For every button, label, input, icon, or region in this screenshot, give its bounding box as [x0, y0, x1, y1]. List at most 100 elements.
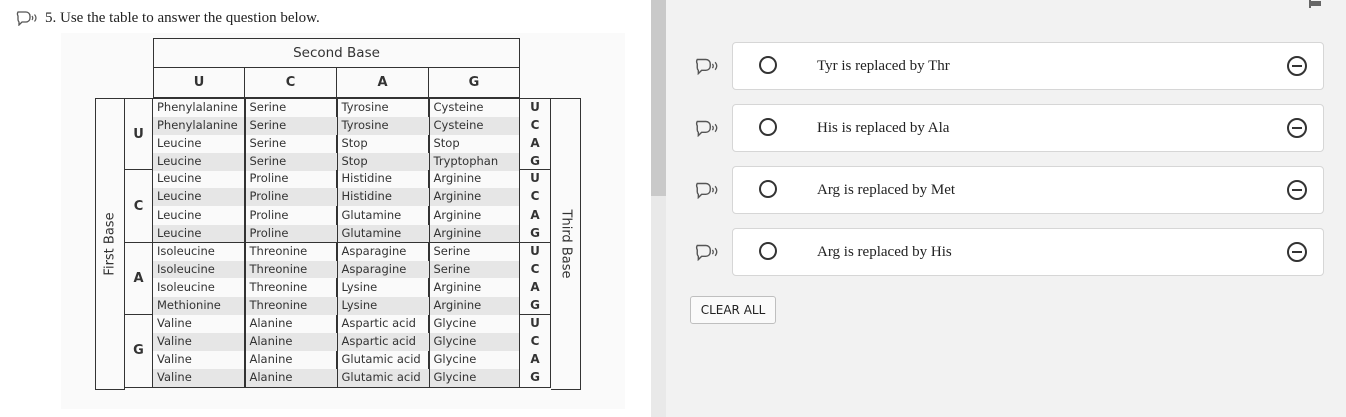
codon-cell: Methionine [153, 297, 244, 315]
codon-cell: Glycine [433, 316, 477, 331]
third-base-letter: G [530, 154, 540, 169]
codon-cell: Glutamine [337, 224, 429, 243]
eliminate-icon[interactable] [1287, 118, 1307, 138]
radio-button[interactable] [759, 118, 777, 136]
first-base-a: A [125, 242, 153, 316]
codon-cell: Glycine [429, 333, 519, 351]
codon-cell: Histidine [341, 171, 392, 186]
codon-table: Second Base U C A G First Base Third Bas… [95, 38, 581, 390]
answer-option-label: Arg is replaced by Met [817, 182, 956, 198]
codon-cell: Serine [249, 100, 287, 114]
third-base-label: Third Base [551, 98, 581, 390]
third-base-letter: U [530, 316, 540, 331]
codon-cell: Alanine [249, 316, 293, 331]
codon-cell: Stop [337, 153, 429, 171]
codon-cell: Histidine [337, 188, 429, 206]
codon-cell: Valine [157, 316, 192, 331]
codon-cell: Serine [429, 260, 519, 279]
codon-cell: Arginine [429, 297, 519, 315]
third-base-letter: U [530, 243, 540, 258]
third-base-letter: C [530, 334, 540, 349]
codon-cell: Glutamic acid [337, 369, 429, 387]
third-base-letter: A [530, 136, 540, 151]
scrollbar-thumb[interactable] [651, 0, 666, 196]
question-header: 5. Use the table to answer the question … [15, 8, 320, 28]
codon-block-a: Isoleucine Threonine Asparagine Serine Isole… [153, 242, 520, 316]
codon-cell: Glycine [433, 352, 477, 367]
first-base-g: G [125, 315, 153, 388]
codon-cell: Isoleucine [157, 243, 215, 258]
codon-cell: Leucine [153, 224, 244, 243]
speaker-icon[interactable] [694, 119, 720, 138]
third-base-block: UCAG [520, 98, 551, 171]
third-base-letter: A [530, 207, 540, 222]
answer-option-2[interactable]: His is replaced by Ala [732, 104, 1324, 152]
codon-block-c: Leucine Proline Histidine Arginine Leucine Pr… [153, 170, 520, 243]
codon-cell: Proline [249, 207, 289, 222]
third-base-letter: U [530, 100, 540, 114]
answer-option-3[interactable]: Arg is replaced by Met [732, 166, 1324, 214]
answer-option-label: Arg is replaced by His [817, 244, 952, 260]
codon-cell: Serine [433, 243, 471, 258]
third-base-block: UCAG [520, 242, 551, 316]
clear-all-button[interactable]: CLEAR ALL [690, 296, 776, 324]
codon-cell: Valine [153, 369, 244, 387]
codon-cell: Leucine [153, 188, 244, 206]
third-base-block: UCAG [520, 315, 551, 388]
eliminate-icon[interactable] [1287, 242, 1307, 262]
answer-option-1[interactable]: Tyr is replaced by Thr [732, 42, 1324, 90]
answer-option-label: Tyr is replaced by Thr [817, 58, 950, 74]
codon-cell: Alanine [245, 333, 337, 351]
codon-cell: Proline [245, 224, 337, 243]
column-header-c: C [245, 68, 337, 98]
codon-cell: Leucine [157, 171, 202, 186]
codon-cell: Serine [249, 136, 287, 151]
third-base-letter: G [530, 225, 540, 240]
codon-cell: Valine [157, 352, 192, 367]
codon-cell: Alanine [249, 352, 293, 367]
third-base-letter: G [530, 298, 540, 313]
flag-icon[interactable] [1307, 0, 1323, 8]
codon-cell: Proline [249, 171, 289, 186]
codon-cell: Leucine [157, 207, 202, 222]
codon-cell: Serine [245, 117, 337, 135]
codon-cell: Lysine [337, 297, 429, 315]
radio-button[interactable] [759, 180, 777, 198]
codon-cell: Threonine [245, 297, 337, 315]
eliminate-icon[interactable] [1287, 180, 1307, 200]
codon-cell: Glutamic acid [341, 352, 421, 367]
codon-cell: Asparagine [341, 243, 407, 258]
question-text: Use the table to answer the question bel… [60, 9, 320, 26]
speaker-icon[interactable] [694, 57, 720, 76]
codon-cell: Leucine [157, 136, 202, 151]
speaker-icon[interactable] [15, 10, 39, 26]
codon-cell: Isoleucine [157, 279, 215, 294]
codon-cell: Threonine [245, 260, 337, 279]
first-base-c: C [125, 170, 153, 243]
third-base-letter: C [530, 118, 540, 133]
third-base-letter: C [530, 261, 540, 276]
codon-cell: Tyrosine [337, 117, 429, 135]
radio-button[interactable] [759, 56, 777, 74]
speaker-icon[interactable] [694, 181, 720, 200]
codon-cell: Lysine [341, 279, 378, 294]
speaker-icon[interactable] [694, 243, 720, 262]
question-pane: 5. Use the table to answer the question … [0, 0, 666, 417]
codon-cell: Threonine [249, 279, 308, 294]
codon-cell: Stop [341, 136, 368, 151]
column-header-a: A [337, 68, 429, 98]
codon-cell: Alanine [245, 369, 337, 387]
codon-cell: Phenylalanine [157, 100, 238, 114]
codon-cell: Proline [245, 188, 337, 206]
codon-cell: Tyrosine [341, 100, 389, 114]
answer-option-label: His is replaced by Ala [817, 120, 950, 136]
radio-button[interactable] [759, 242, 777, 260]
answer-option-4[interactable]: Arg is replaced by His [732, 228, 1324, 276]
codon-cell: Arginine [433, 171, 482, 186]
codon-cell: Isoleucine [153, 260, 244, 279]
question-number: 5. [45, 9, 57, 26]
third-base-letter: A [530, 352, 540, 367]
first-base-label: First Base [95, 98, 125, 390]
third-base-letter: A [530, 279, 540, 294]
eliminate-icon[interactable] [1287, 56, 1307, 76]
